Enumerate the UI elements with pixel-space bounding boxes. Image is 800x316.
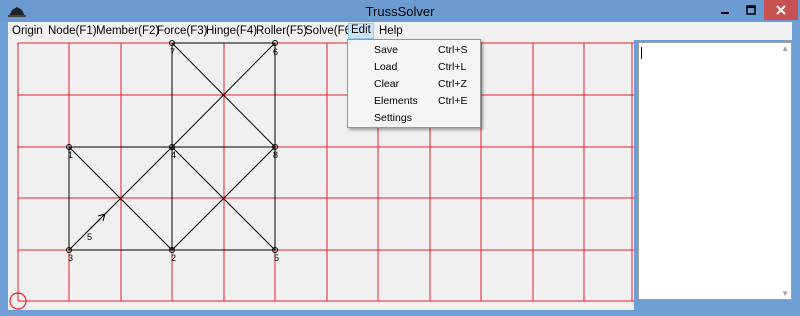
maximize-icon [746,5,756,15]
menu-item-shortcut: Ctrl+E [438,95,468,107]
node-label-8: 8 [273,150,278,160]
menu-bar: Origin Node(F1) Member(F2) Force(F3) Hin… [8,22,792,40]
menu-item-shortcut: Ctrl+L [438,61,467,73]
scroll-up-icon[interactable]: ▲ [781,44,789,53]
menu-item-shortcut: Ctrl+Z [438,78,467,90]
window-title: TrussSolver [365,4,435,19]
text-caret [641,47,642,59]
node-label-1: 1 [68,150,73,160]
node-label-6: 6 [273,47,278,57]
node-label-4: 4 [171,150,176,160]
menu-item-label: Load [374,61,398,73]
menu-force[interactable]: Force(F3) [155,24,209,40]
scroll-down-icon[interactable]: ▼ [781,289,789,298]
force-label: 5 [87,232,92,242]
menu-item-label: Elements [374,95,418,107]
node-label-2: 2 [171,253,176,263]
node-label-7: 7 [170,47,175,57]
force-arrow [87,213,106,232]
title-bar[interactable]: TrussSolver [0,0,800,22]
grid [17,42,634,302]
close-icon [776,5,786,15]
menu-roller[interactable]: Roller(F5) [254,24,309,40]
edit-menu-item-settings[interactable]: Settings [348,110,480,127]
edit-menu-item-load[interactable]: Load Ctrl+L [348,59,480,76]
output-textbox[interactable]: ▲ ▼ [638,42,792,300]
truss-canvas[interactable]: 5 1 2 3 4 5 6 7 8 [8,40,634,310]
menu-help[interactable]: Help [377,24,405,40]
maximize-button[interactable] [738,0,764,20]
menu-node[interactable]: Node(F1) [46,24,99,40]
menu-item-label: Clear [374,78,400,90]
minimize-icon [721,12,729,14]
menu-item-label: Settings [374,112,412,124]
menu-item-label: Save [374,44,398,56]
edit-menu-dropdown: Save Ctrl+S Load Ctrl+L Clear Ctrl+Z Ele… [347,39,481,128]
node-label-5: 5 [274,253,279,263]
menu-edit[interactable]: Edit [348,23,374,39]
truss-drawing[interactable]: 5 1 2 3 4 5 6 7 8 [8,40,634,310]
window-bottom-border [8,310,792,316]
menu-hinge[interactable]: Hinge(F4) [204,24,259,40]
minimize-button[interactable] [712,0,738,20]
edit-menu-item-save[interactable]: Save Ctrl+S [348,42,480,59]
close-button[interactable] [764,0,798,20]
app-window: TrussSolver Origin Node(F1) Member(F2) F… [0,0,800,316]
menu-origin[interactable]: Origin [10,24,45,40]
edit-menu-item-clear[interactable]: Clear Ctrl+Z [348,76,480,93]
menu-item-shortcut: Ctrl+S [438,44,468,56]
edit-menu-item-elements[interactable]: Elements Ctrl+E [348,93,480,110]
menu-member[interactable]: Member(F2) [94,24,161,40]
node-label-3: 3 [68,253,73,263]
